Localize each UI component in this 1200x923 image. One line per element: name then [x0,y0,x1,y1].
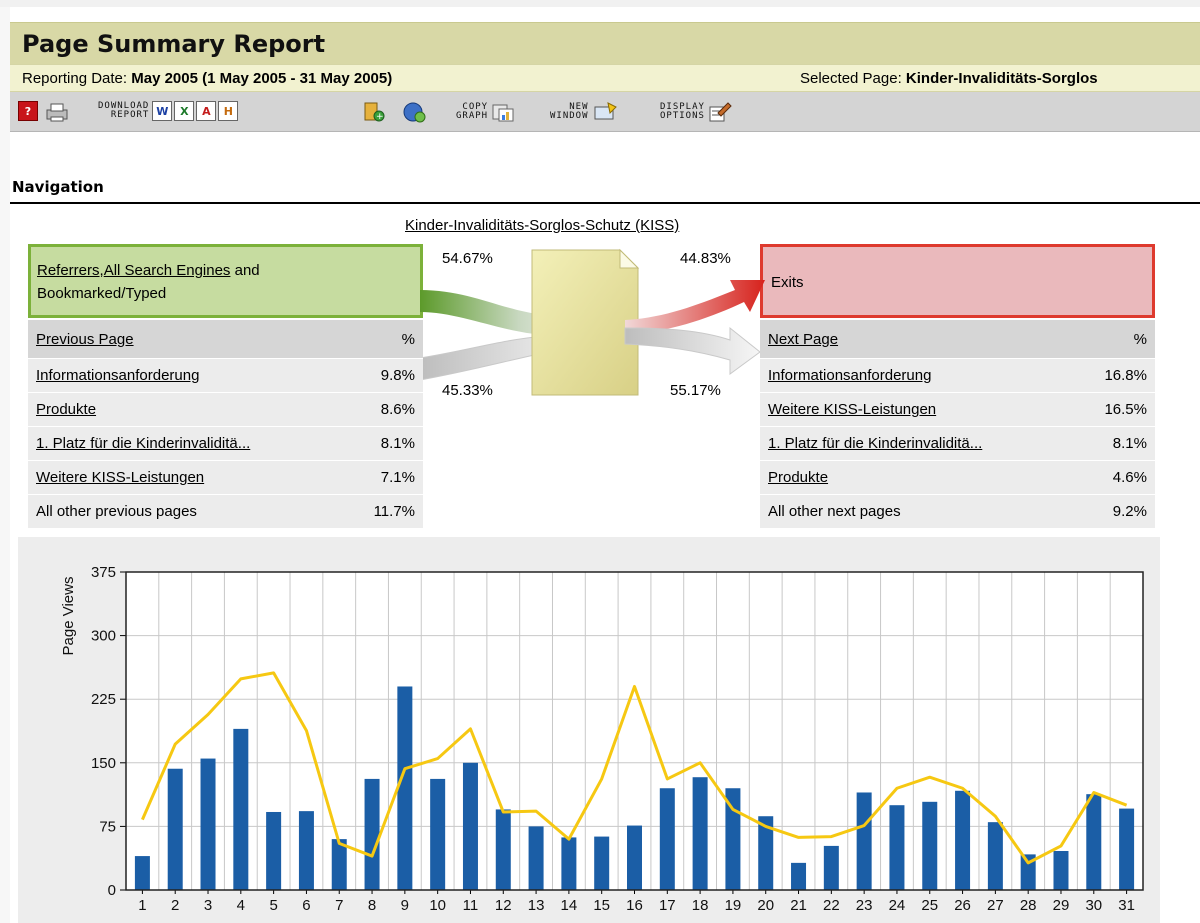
bar [298,811,314,890]
y-axis-label: Page Views [60,577,77,656]
bar [1119,808,1135,890]
x-tick-label: 27 [987,897,1004,914]
x-tick-label: 11 [463,897,479,914]
x-tick-label: 28 [1020,897,1037,914]
x-tick-label: 13 [528,897,545,914]
bar [823,845,839,890]
x-tick-label: 19 [725,897,742,914]
bar [200,758,216,890]
bar [266,811,282,890]
x-tick-label: 12 [495,897,512,914]
y-tick-label: 300 [91,628,116,645]
x-tick-label: 16 [626,897,643,914]
x-tick-label: 25 [921,897,938,914]
x-tick-label: 23 [856,897,873,914]
bar [134,856,150,890]
x-tick-label: 9 [401,897,409,914]
bar [167,768,183,890]
bar [856,792,872,890]
x-tick-label: 1 [138,897,146,914]
bar [889,805,905,890]
bar [594,836,610,890]
x-tick-label: 26 [954,897,971,914]
bar [659,788,675,890]
bar [692,777,708,890]
bar [955,790,971,890]
x-tick-label: 15 [593,897,610,914]
bar [922,801,938,890]
x-tick-label: 4 [237,897,245,914]
x-tick-label: 10 [429,897,446,914]
x-tick-label: 17 [659,897,676,914]
bar [528,826,544,890]
x-tick-label: 3 [204,897,212,914]
x-tick-label: 30 [1085,897,1102,914]
bar [364,778,380,890]
bar [1053,850,1069,890]
x-tick-label: 14 [561,897,578,914]
y-tick-label: 150 [91,755,116,772]
x-tick-label: 5 [269,897,277,914]
bar [1086,794,1102,890]
x-tick-label: 24 [889,897,906,914]
x-tick-label: 18 [692,897,709,914]
x-tick-label: 29 [1053,897,1070,914]
y-tick-label: 375 [91,564,116,581]
bar [987,822,1003,890]
bar [462,762,478,890]
x-tick-label: 7 [335,897,343,914]
x-tick-label: 2 [171,897,179,914]
bar [791,862,807,890]
y-tick-label: 75 [99,818,116,835]
y-tick-label: 0 [108,882,116,899]
bar [397,686,413,890]
x-tick-label: 20 [757,897,774,914]
x-tick-label: 21 [790,897,807,914]
bar [627,825,642,890]
bar [495,809,511,890]
y-tick-label: 225 [91,691,116,708]
x-tick-label: 6 [302,897,310,914]
bar [561,837,577,890]
x-tick-label: 22 [823,897,840,914]
page-views-chart: 075150225300375Page Views1 2 3 4 5 6 7 8 9 10 11 12… [60,564,1144,914]
bar [233,728,249,890]
x-tick-label: 31 [1118,897,1135,914]
bar [430,778,446,890]
x-tick-label: 8 [368,897,376,914]
